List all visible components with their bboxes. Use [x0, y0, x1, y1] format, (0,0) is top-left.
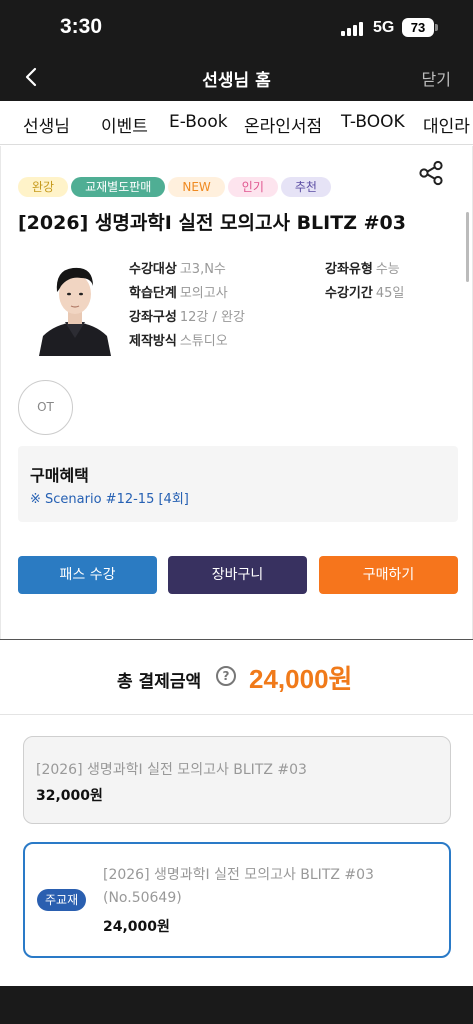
info-period: 수강기간 45일: [325, 282, 404, 301]
category-tabs: 선생님 이벤트 E-Book 온라인서점 T-BOOK 대인라: [0, 101, 473, 145]
teacher-avatar: [39, 267, 111, 356]
badge-new: NEW: [168, 177, 225, 197]
product-title: [2026] 생명과학I 실전 모의고사 BLITZ #03: [18, 212, 406, 234]
nav-bar: 선생님 홈 닫기: [0, 55, 473, 101]
ot-button[interactable]: OT: [18, 380, 73, 435]
info-composition: 강좌구성 12강 / 완강: [129, 306, 245, 325]
info-target-value: 고3,N수: [179, 262, 226, 277]
info-type-value: 수능: [375, 262, 400, 277]
tab-event[interactable]: 이벤트: [101, 112, 148, 137]
info-composition-label: 강좌구성: [129, 310, 177, 325]
option-price: 32,000원: [36, 788, 103, 804]
nav-title: 선생님 홈: [202, 71, 271, 91]
option-price: 24,000원: [103, 919, 170, 935]
option-card-lecture[interactable]: [2026] 생명과학I 실전 모의고사 BLITZ #03 32,000원: [23, 736, 451, 824]
total-label: 총 결제금액: [117, 672, 202, 692]
pass-enroll-button[interactable]: 패스 수강: [18, 556, 157, 594]
badge-textbook-sold-separately: 교재별도판매: [71, 177, 166, 197]
info-period-label: 수강기간: [325, 286, 373, 301]
cart-button[interactable]: 장바구니: [168, 556, 307, 594]
badge-completed: 완강: [18, 177, 69, 197]
info-production-label: 제작방식: [129, 334, 177, 349]
option-name: [2026] 생명과학I 실전 모의고사 BLITZ #03: [36, 762, 307, 778]
info-target: 수강대상 고3,N수: [129, 258, 226, 277]
question-circle-icon[interactable]: ?: [216, 666, 236, 686]
tab-more[interactable]: 대인라: [423, 112, 470, 137]
total-price: 24,000원: [249, 664, 353, 694]
status-bar: 3:30 5G 73: [0, 0, 473, 55]
network-type: 5G: [373, 19, 395, 36]
tab-online-bookstore[interactable]: 온라인서점: [244, 112, 322, 137]
info-period-value: 45일: [375, 286, 405, 301]
tab-tbook[interactable]: T-BOOK: [341, 112, 405, 132]
tab-teacher[interactable]: 선생님: [23, 112, 70, 137]
info-level-value: 모의고사: [179, 286, 228, 301]
benefit-title: 구매혜택: [30, 466, 89, 485]
info-level-label: 학습단계: [129, 286, 177, 301]
battery-icon: 73: [402, 18, 434, 37]
product-card: 완강 교재별도판매 NEW 인기 추천 [2026] 생명과학I 실전 모의고사 BLI…: [0, 146, 473, 639]
info-level: 학습단계 모의고사: [129, 282, 228, 301]
main-textbook-tag: 주교재: [37, 889, 87, 911]
info-production-value: 스튜디오: [179, 334, 228, 349]
badge-list: 완강 교재별도판매 NEW 인기 추천: [18, 177, 334, 197]
share-icon[interactable]: [417, 159, 445, 187]
scrollbar[interactable]: [466, 212, 469, 282]
option-name: [2026] 생명과학I 실전 모의고사 BLITZ #03: [103, 867, 374, 883]
badge-popular: 인기: [227, 177, 278, 197]
battery-tip: [435, 24, 438, 31]
info-target-label: 수강대상: [129, 262, 177, 277]
page-content: 선생님 이벤트 E-Book 온라인서점 T-BOOK 대인라 완강 교재별도판매…: [0, 101, 473, 986]
status-time: 3:30: [60, 15, 103, 38]
info-type: 강좌유형 수능: [325, 258, 400, 277]
total-payment: 총 결제금액 ? 24,000원: [0, 639, 473, 715]
close-button[interactable]: 닫기: [422, 66, 451, 90]
cellular-signal-icon: [341, 22, 365, 36]
buy-button[interactable]: 구매하기: [319, 556, 458, 594]
badge-recommended: 추천: [280, 177, 331, 197]
purchase-benefit-box: 구매혜택 ※ Scenario #12-15 [4회]: [18, 446, 458, 522]
option-number: (No.50649): [103, 890, 182, 906]
bottom-bar: [0, 986, 473, 1024]
benefit-link[interactable]: ※ Scenario #12-15 [4회]: [30, 488, 189, 507]
info-production: 제작방식 스튜디오: [129, 330, 228, 349]
info-composition-value: 12강 / 완강: [179, 310, 245, 325]
info-type-label: 강좌유형: [325, 262, 373, 277]
option-card-textbook[interactable]: 주교재 [2026] 생명과학I 실전 모의고사 BLITZ #03 (No.5…: [23, 842, 451, 958]
tab-ebook[interactable]: E-Book: [169, 112, 228, 132]
